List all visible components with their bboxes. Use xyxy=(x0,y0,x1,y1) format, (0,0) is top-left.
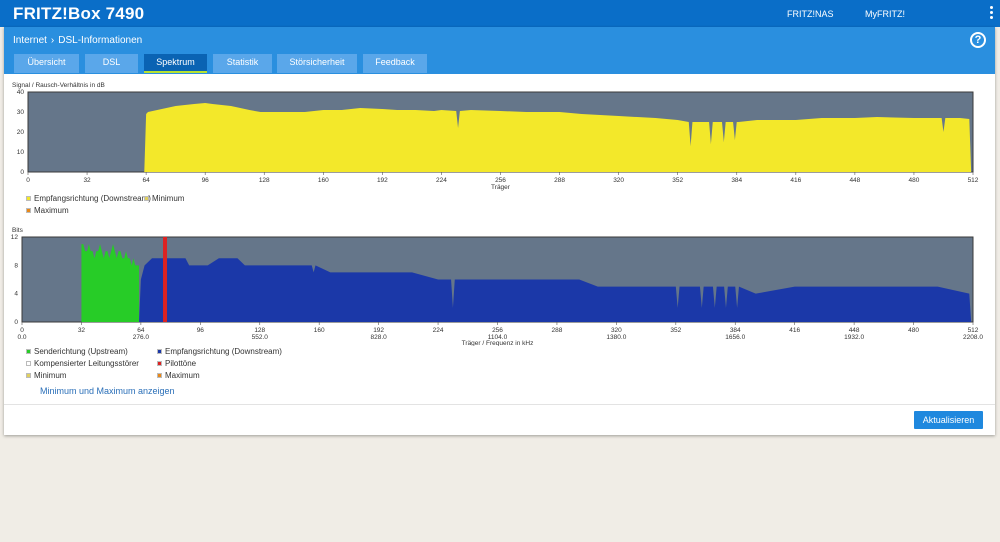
x-tick-label: 0 xyxy=(26,177,30,184)
x-tick-label: 96 xyxy=(202,177,210,184)
x-tick-label: 256 xyxy=(495,177,506,184)
tab-statistik[interactable]: Statistik xyxy=(213,54,272,73)
x-tick-label: 384 xyxy=(730,327,741,334)
legend-swatch xyxy=(26,373,31,378)
menu-kebab-icon[interactable] xyxy=(990,6,994,20)
x-tick-label: 512 xyxy=(968,177,979,184)
x-tick-label: 320 xyxy=(611,327,622,334)
main-panel: Internet › DSL-Informationen ? Übersicht… xyxy=(4,27,995,435)
x-tick-label: 64 xyxy=(143,177,151,184)
x-tick-label: 288 xyxy=(552,327,563,334)
legend-swatch xyxy=(157,373,162,378)
x-tick-label: 384 xyxy=(731,177,742,184)
y-tick-label: 10 xyxy=(17,149,25,156)
x-tick-label: 192 xyxy=(377,177,388,184)
legend-swatch xyxy=(26,361,31,366)
nav-link-myfritz[interactable]: MyFRITZ! xyxy=(865,9,905,19)
x-tick-label: 224 xyxy=(433,327,444,334)
legend-snr-downstream: Empfangsrichtung (Downstream) xyxy=(26,194,151,203)
breadcrumb: Internet › DSL-Informationen xyxy=(13,35,142,46)
y-tick-label: 30 xyxy=(17,109,25,116)
x-freq-label: 1932.0 xyxy=(844,334,864,341)
legend-bits-maximum: Maximum xyxy=(157,371,200,380)
breadcrumb-section[interactable]: Internet xyxy=(13,35,47,46)
legend-swatch xyxy=(157,361,162,366)
snr-chart: 0 10 20 30 40 0 32 64 96 128 160 192 224 256 288 320 352… xyxy=(17,89,979,191)
x-freq-label: 1380.0 xyxy=(606,334,626,341)
refresh-button[interactable]: Aktualisieren xyxy=(914,411,983,429)
bits-chart-title: Bits xyxy=(12,227,23,234)
x-tick-label: 160 xyxy=(318,177,329,184)
legend-swatch xyxy=(157,349,162,354)
tab-dsl[interactable]: DSL xyxy=(85,54,138,73)
x-axis-label: Träger xyxy=(491,184,511,191)
x-tick-label: 224 xyxy=(436,177,447,184)
x-tick-label: 256 xyxy=(492,327,503,334)
legend-bits-minimum: Minimum xyxy=(26,371,66,380)
page-title: DSL-Informationen xyxy=(58,35,143,46)
x-tick-label: 128 xyxy=(254,327,265,334)
y-tick-label: 4 xyxy=(14,291,18,298)
x-tick-label: 192 xyxy=(373,327,384,334)
x-freq-label: 276.0 xyxy=(133,334,150,341)
show-minmax-link[interactable]: Minimum und Maximum anzeigen xyxy=(40,386,175,396)
x-axis-label: Träger / Frequenz in kHz xyxy=(462,340,534,346)
legend-bits-pilot: Pilottöne xyxy=(157,359,196,368)
x-tick-label: 480 xyxy=(909,177,920,184)
pilot-tone-bar xyxy=(163,237,168,322)
legend-swatch xyxy=(26,349,31,354)
x-tick-label: 288 xyxy=(554,177,565,184)
x-tick-label: 416 xyxy=(789,327,800,334)
x-tick-label: 512 xyxy=(968,327,979,334)
x-tick-label: 320 xyxy=(613,177,624,184)
x-tick-label: 416 xyxy=(790,177,801,184)
x-freq-label: 1656.0 xyxy=(725,334,745,341)
legend-swatch xyxy=(26,208,31,213)
legend-swatch xyxy=(144,196,149,201)
x-tick-label: 448 xyxy=(849,327,860,334)
legend-snr-maximum: Maximum xyxy=(26,206,69,215)
x-tick-label: 448 xyxy=(849,177,860,184)
footer-divider xyxy=(4,404,995,405)
y-tick-label: 40 xyxy=(17,89,25,96)
snr-chart-title: Signal / Rausch-Verhältnis in dB xyxy=(12,82,105,89)
panel-header: Internet › DSL-Informationen ? Übersicht… xyxy=(4,27,995,74)
legend-bits-compensated: Kompensierter Leitungsstörer xyxy=(26,359,139,368)
tab-feedback[interactable]: Feedback xyxy=(363,54,427,73)
nav-link-fritznas[interactable]: FRITZ!NAS xyxy=(787,9,834,19)
x-freq-label: 552.0 xyxy=(252,334,269,341)
brand-logo[interactable]: FRITZ!Box 7490 xyxy=(13,4,144,24)
x-tick-label: 480 xyxy=(908,327,919,334)
breadcrumb-separator-icon: › xyxy=(50,35,55,46)
tab-uebersicht[interactable]: Übersicht xyxy=(14,54,79,73)
x-tick-label: 352 xyxy=(672,177,683,184)
x-tick-label: 96 xyxy=(197,327,205,334)
x-freq-label: 828.0 xyxy=(370,334,387,341)
legend-bits-upstream: Senderichtung (Upstream) xyxy=(26,347,128,356)
x-tick-label: 32 xyxy=(78,327,86,334)
x-tick-label: 0 xyxy=(20,327,24,334)
y-tick-label: 12 xyxy=(11,234,19,241)
legend-snr-minimum: Minimum xyxy=(144,194,184,203)
help-icon[interactable]: ? xyxy=(970,32,986,48)
legend-bits-downstream: Empfangsrichtung (Downstream) xyxy=(157,347,282,356)
y-tick-label: 0 xyxy=(20,169,24,176)
y-tick-label: 0 xyxy=(14,319,18,326)
x-tick-label: 160 xyxy=(314,327,325,334)
y-tick-label: 20 xyxy=(17,129,25,136)
x-freq-label: 0.0 xyxy=(17,334,26,341)
tab-spektrum[interactable]: Spektrum xyxy=(144,54,207,73)
y-tick-label: 8 xyxy=(14,262,18,269)
bits-chart: 0481200.032 64276.096 128552.0160 192828.02… xyxy=(11,234,984,346)
x-freq-label: 2208.0 xyxy=(963,334,983,341)
x-tick-label: 128 xyxy=(259,177,270,184)
x-tick-label: 64 xyxy=(137,327,145,334)
x-tick-label: 352 xyxy=(670,327,681,334)
legend-swatch xyxy=(26,196,31,201)
x-tick-label: 32 xyxy=(83,177,91,184)
tab-stoersicherheit[interactable]: Störsicherheit xyxy=(277,54,357,73)
top-bar: FRITZ!Box 7490 FRITZ!NAS MyFRITZ! xyxy=(0,0,1000,27)
